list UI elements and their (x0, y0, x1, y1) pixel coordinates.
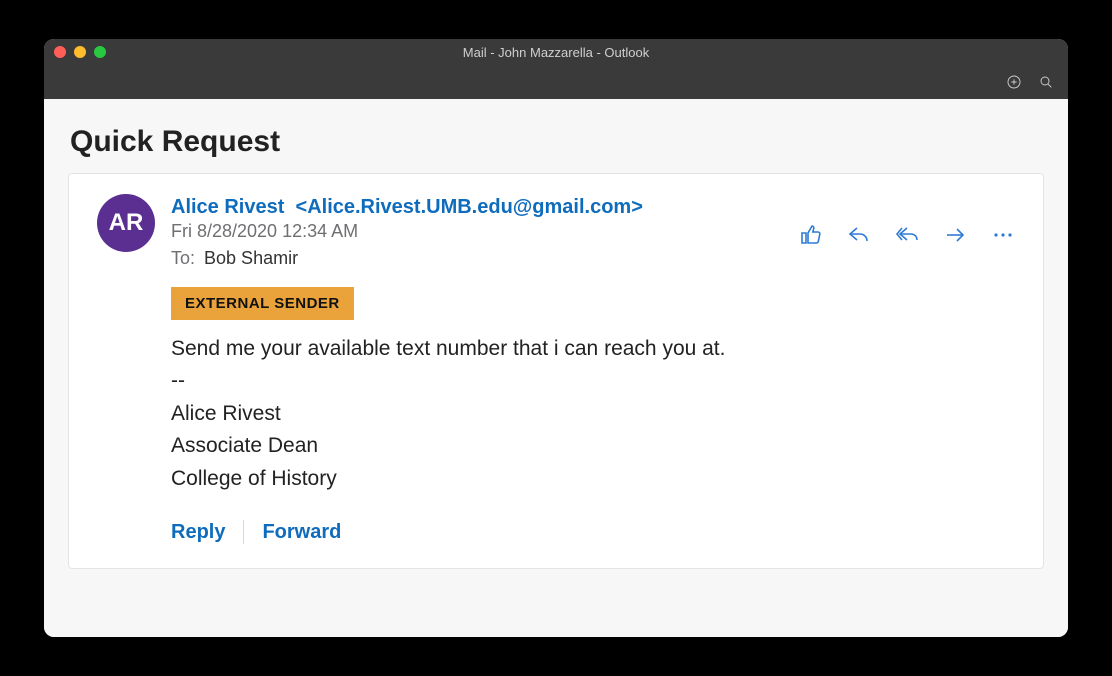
message-actions (799, 200, 1015, 269)
to-label: To: (171, 248, 195, 268)
content-area: Quick Request AR Alice Rivest <Alice.Riv… (44, 99, 1068, 637)
sender-line[interactable]: Alice Rivest <Alice.Rivest.UMB.edu@gmail… (171, 196, 783, 219)
more-button[interactable] (991, 200, 1015, 269)
email-subject: Quick Request (70, 125, 1042, 159)
sender-name: Alice Rivest (171, 196, 284, 218)
window-title: Mail - John Mazzarella - Outlook (44, 45, 1068, 60)
message-card: AR Alice Rivest <Alice.Rivest.UMB.edu@gm… (68, 173, 1044, 569)
avatar: AR (97, 194, 155, 252)
divider (243, 520, 244, 544)
body-sep: -- (171, 366, 1015, 396)
maximize-icon[interactable] (94, 46, 106, 58)
sig-name: Alice Rivest (171, 399, 1015, 429)
titlebar: Mail - John Mazzarella - Outlook (44, 39, 1068, 65)
magnify-icon (1038, 74, 1054, 90)
toolbar (44, 65, 1068, 99)
add-button[interactable] (1006, 74, 1022, 90)
reply-button[interactable] (847, 200, 871, 269)
reply-all-icon (895, 223, 919, 247)
external-sender-badge: EXTERNAL SENDER (171, 287, 354, 320)
reply-icon (847, 223, 871, 247)
outlook-window: Mail - John Mazzarella - Outlook Quick R… (44, 39, 1068, 637)
reply-link[interactable]: Reply (171, 521, 225, 544)
plus-circle-icon (1006, 74, 1022, 90)
more-icon (991, 223, 1015, 247)
minimize-icon[interactable] (74, 46, 86, 58)
forward-button[interactable] (943, 200, 967, 269)
close-icon[interactable] (54, 46, 66, 58)
like-button[interactable] (799, 200, 823, 269)
sig-title: Associate Dean (171, 431, 1015, 461)
body-line: Send me your available text number that … (171, 334, 1015, 364)
footer-actions: Reply Forward (171, 520, 1015, 544)
sender-email: Alice.Rivest.UMB.edu@gmail.com (307, 196, 631, 218)
date-line: Fri 8/28/2020 12:34 AM (171, 221, 783, 242)
email-body: Send me your available text number that … (171, 334, 1015, 494)
thumbs-up-icon (799, 223, 823, 247)
forward-arrow-icon (943, 223, 967, 247)
zoom-button[interactable] (1038, 74, 1054, 90)
forward-link[interactable]: Forward (262, 521, 341, 544)
sig-org: College of History (171, 464, 1015, 494)
reply-all-button[interactable] (895, 200, 919, 269)
to-line: To: Bob Shamir (171, 248, 783, 269)
to-names: Bob Shamir (204, 248, 298, 268)
